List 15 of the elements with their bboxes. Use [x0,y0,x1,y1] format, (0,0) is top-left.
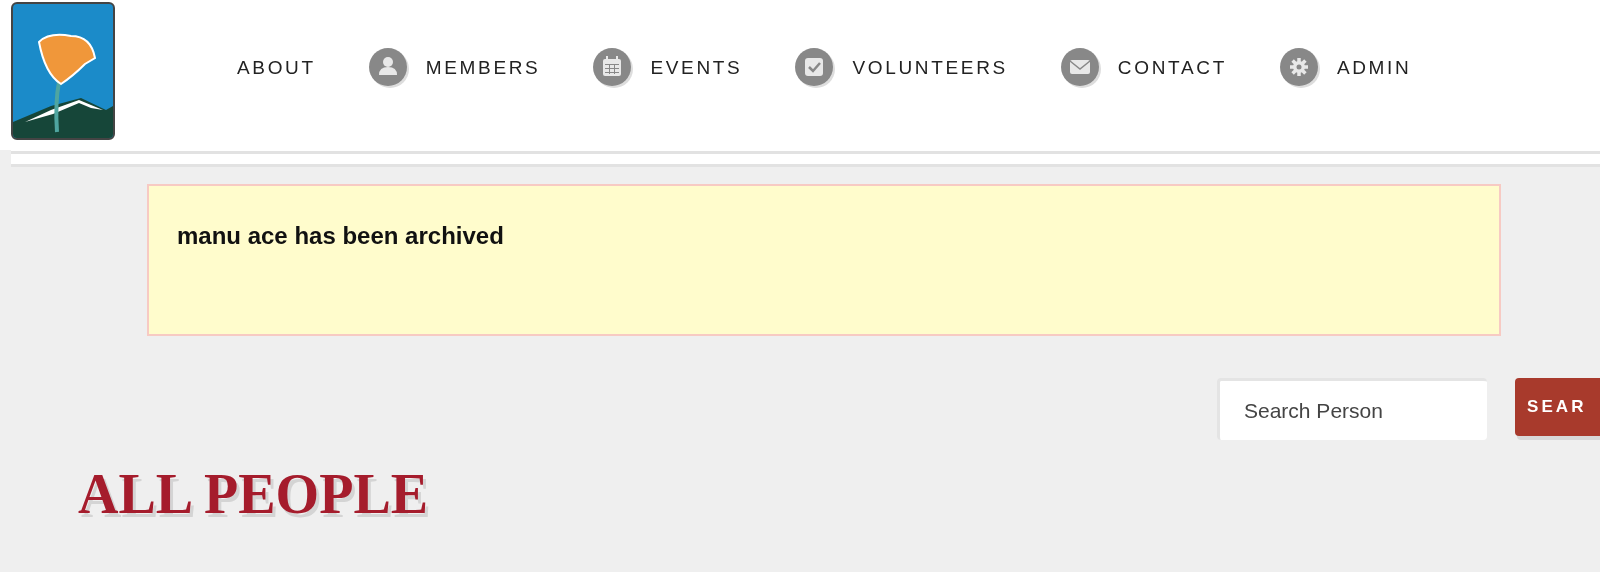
alert-message: manu ace has been archived [177,221,505,251]
page-heading: ALL PEOPLE [78,466,430,522]
nav-link[interactable]: VOLUNTEERS [794,47,1008,89]
nav-link[interactable]: ADMIN [1278,47,1412,89]
search-field[interactable]: Search Person [1217,378,1487,440]
calendar-icon [592,47,635,89]
nav-link[interactable]: EVENTS [592,47,743,89]
envelope-icon [1059,47,1102,89]
nav-link[interactable]: ABOUT [237,53,316,83]
person-icon [367,47,410,89]
checkbox-icon [794,47,837,89]
nav-link[interactable]: MEMBERS [367,47,541,89]
poppy-logo[interactable] [11,2,115,140]
nav-link[interactable]: CONTACT [1059,47,1227,89]
gear-icon [1278,47,1321,89]
